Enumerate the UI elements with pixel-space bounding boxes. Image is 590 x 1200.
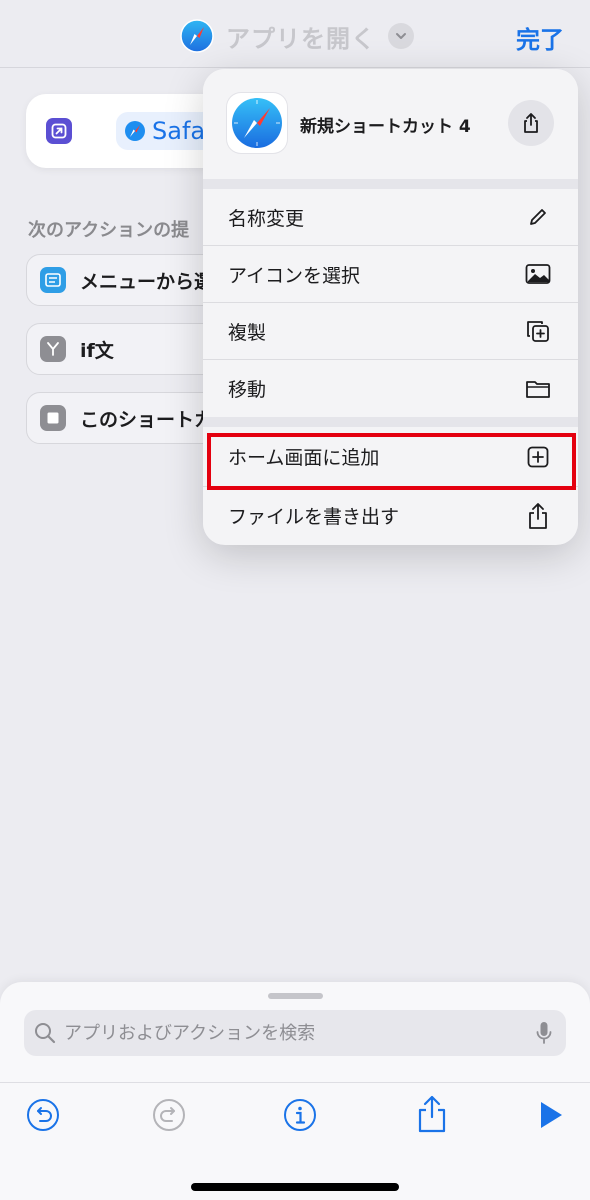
chevron-down-icon[interactable] bbox=[388, 23, 414, 49]
duplicate-icon bbox=[524, 317, 552, 345]
info-icon[interactable] bbox=[282, 1097, 318, 1133]
play-icon[interactable] bbox=[532, 1097, 568, 1133]
home-indicator bbox=[191, 1183, 399, 1191]
branch-icon bbox=[40, 336, 66, 362]
popover-header: 新規ショートカット 4 bbox=[203, 69, 578, 179]
menu-item-label: 名称変更 bbox=[228, 207, 305, 230]
share-icon[interactable] bbox=[508, 100, 554, 146]
toolbar-divider bbox=[0, 1082, 590, 1083]
stop-icon bbox=[40, 405, 66, 431]
microphone-icon[interactable] bbox=[536, 1021, 552, 1045]
navigation-bar: アプリを開く 完了 bbox=[0, 0, 590, 68]
folder-icon bbox=[524, 375, 552, 403]
suggestion-label: このショートカ bbox=[80, 408, 214, 431]
duplicate-menu-item[interactable]: 複製 bbox=[203, 303, 578, 360]
redo-icon[interactable] bbox=[151, 1097, 187, 1133]
search-icon bbox=[35, 1023, 56, 1044]
safari-compass-icon bbox=[232, 98, 282, 148]
shortcut-name: 新規ショートカット 4 bbox=[300, 117, 471, 137]
add-square-icon bbox=[524, 443, 552, 471]
menu-icon bbox=[40, 267, 66, 293]
section-divider bbox=[203, 179, 578, 189]
done-button[interactable]: 完了 bbox=[516, 20, 564, 55]
safari-compass-icon bbox=[180, 19, 214, 53]
suggestion-item[interactable]: if文 bbox=[26, 323, 226, 375]
menu-item-label: ファイルを書き出す bbox=[228, 506, 400, 528]
menu-item-label: 移動 bbox=[228, 379, 267, 401]
undo-icon[interactable] bbox=[25, 1097, 61, 1133]
rename-menu-item[interactable]: 名称変更 bbox=[203, 189, 578, 246]
search-field[interactable] bbox=[24, 1010, 566, 1056]
share-icon[interactable] bbox=[414, 1093, 450, 1135]
menu-item-label: 複製 bbox=[228, 321, 267, 344]
suggestion-label: メニューから選 bbox=[80, 270, 214, 293]
choose-icon-menu-item[interactable]: アイコンを選択 bbox=[203, 246, 578, 303]
suggestion-item[interactable]: メニューから選 bbox=[26, 254, 226, 306]
open-app-icon bbox=[46, 118, 72, 144]
search-input[interactable] bbox=[64, 1022, 514, 1044]
shortcut-options-popover: 新規ショートカット 4 名称変更 アイコンを選択 複製 移動 ホーム画面に追加 … bbox=[203, 69, 578, 545]
suggestion-item[interactable]: このショートカ bbox=[26, 392, 226, 444]
pencil-icon bbox=[524, 203, 552, 231]
safari-compass-icon bbox=[125, 121, 145, 141]
sheet-grabber[interactable] bbox=[268, 993, 323, 999]
title-menu[interactable]: アプリを開く bbox=[180, 17, 414, 55]
photo-icon bbox=[524, 260, 552, 288]
add-to-home-screen-menu-item[interactable]: ホーム画面に追加 bbox=[203, 427, 578, 487]
page-title: アプリを開く bbox=[226, 24, 376, 53]
suggestion-label: if文 bbox=[80, 339, 114, 362]
section-divider bbox=[203, 417, 578, 427]
export-icon bbox=[524, 502, 552, 530]
move-menu-item[interactable]: 移動 bbox=[203, 360, 578, 417]
menu-item-label: ホーム画面に追加 bbox=[228, 447, 380, 469]
export-file-menu-item[interactable]: ファイルを書き出す bbox=[203, 487, 578, 544]
action-search-sheet bbox=[0, 982, 590, 1200]
menu-item-label: アイコンを選択 bbox=[228, 264, 361, 287]
shortcut-icon[interactable] bbox=[227, 93, 287, 153]
suggestions-header: 次のアクションの提 bbox=[28, 220, 190, 241]
